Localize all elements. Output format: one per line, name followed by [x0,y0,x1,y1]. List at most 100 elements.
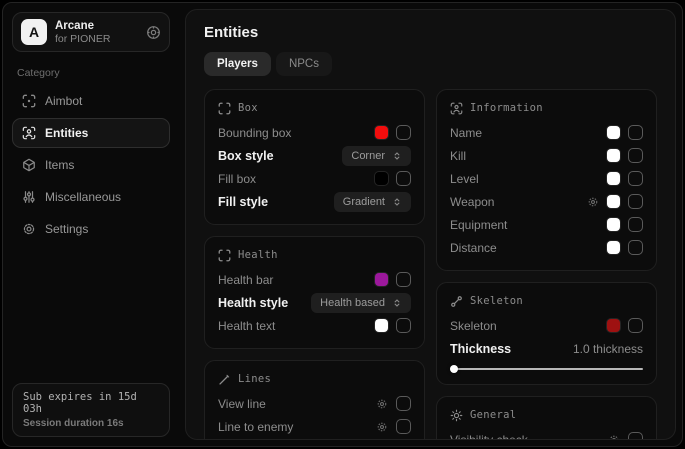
fill-style-dropdown[interactable]: Gradient [334,192,411,212]
line-to-enemy-checkbox[interactable] [396,419,411,434]
health-style-dropdown[interactable]: Health based [311,293,411,313]
setting-label: Fill box [218,172,256,186]
skeleton-color-swatch[interactable] [607,319,620,332]
brand-text: Arcane for PIONER [55,20,110,45]
sidebar-item-entities[interactable]: Entities [12,118,170,148]
distance-color-swatch[interactable] [607,241,620,254]
unfold-icon [392,151,402,161]
skeleton-checkbox[interactable] [628,318,643,333]
level-checkbox[interactable] [628,171,643,186]
setting-row-name: Name [450,122,643,143]
right-column: Information Name Kill [436,89,657,440]
kill-checkbox[interactable] [628,148,643,163]
setting-label: Weapon [450,195,494,209]
panel-title: Box [238,102,258,114]
cube-icon [22,158,36,172]
health-text-color-swatch[interactable] [375,319,388,332]
visibility-check-gear-icon[interactable] [608,434,620,441]
setting-row-distance: Distance [450,237,643,258]
panel-information: Information Name Kill [436,89,657,271]
panel-general: General Visibility check Max distance [436,396,657,440]
category-label: Category [17,67,165,79]
sun-icon [450,409,463,422]
setting-row-thickness: Thickness 1.0 thickness [450,338,643,359]
equipment-checkbox[interactable] [628,217,643,232]
setting-row-level: Level [450,168,643,189]
panel-health: Health Health bar Health style Health ba… [204,236,425,349]
view-line-gear-icon[interactable] [376,398,388,410]
setting-label: Health text [218,319,275,333]
health-bar-color-swatch[interactable] [375,273,388,286]
name-checkbox[interactable] [628,125,643,140]
health-text-checkbox[interactable] [396,318,411,333]
view-line-checkbox[interactable] [396,396,411,411]
sidebar-item-items[interactable]: Items [12,150,170,180]
page-title: Entities [204,24,657,41]
slider-track[interactable] [450,368,643,370]
name-color-swatch[interactable] [607,126,620,139]
entities-scan-icon [22,126,36,140]
sidebar-item-label: Settings [45,222,88,236]
bounding-box-color-swatch[interactable] [375,126,388,139]
panel-title: Information [470,102,543,114]
sidebar-item-label: Miscellaneous [45,190,121,204]
tab-bar: Players NPCs [204,52,657,76]
setting-label: Skeleton [450,319,497,333]
app-name: Arcane [55,20,110,32]
bounding-box-checkbox[interactable] [396,125,411,140]
setting-label: Distance [450,241,497,255]
distance-checkbox[interactable] [628,240,643,255]
sidebar-item-aimbot[interactable]: Aimbot [12,86,170,116]
kill-color-swatch[interactable] [607,149,620,162]
main-content: Entities Players NPCs Box [185,9,676,440]
setting-label: Level [450,172,479,186]
subscription-info-card: Sub expires in 15d 03h Session duration … [12,383,170,437]
settings-gear-icon[interactable] [146,25,161,40]
panel-title: General [470,409,516,421]
session-duration-text: Session duration 16s [23,418,159,429]
app-window: A Arcane for PIONER Category [2,2,683,447]
setting-label: Bounding box [218,126,291,140]
panel-title: Health [238,249,278,261]
brand-card: A Arcane for PIONER [12,12,170,52]
setting-label: View line [218,397,266,411]
tab-npcs[interactable]: NPCs [276,52,332,76]
setting-row-line-to-enemy: Line to enemy [218,416,411,437]
thickness-slider[interactable] [450,362,643,374]
setting-row-skeleton: Skeleton [450,315,643,336]
box-style-dropdown[interactable]: Corner [342,146,411,166]
weapon-color-swatch[interactable] [607,195,620,208]
visibility-check-checkbox[interactable] [628,432,643,440]
gear-icon [22,222,36,236]
setting-label: Thickness [450,342,511,356]
setting-row-visibility-check: Visibility check [450,429,643,440]
slider-thumb[interactable] [450,365,458,373]
setting-row-bounding-box: Bounding box [218,122,411,143]
setting-row-fill-box: Fill box [218,168,411,189]
setting-row-kill: Kill [450,145,643,166]
setting-row-health-style: Health style Health based [218,292,411,313]
bone-icon [450,295,463,308]
setting-label: Health style [218,296,288,310]
setting-row-box-style: Box style Corner [218,145,411,166]
level-color-swatch[interactable] [607,172,620,185]
panel-columns: Box Bounding box Box style Corner [204,89,657,440]
panel-box: Box Bounding box Box style Corner [204,89,425,225]
sidebar-item-miscellaneous[interactable]: Miscellaneous [12,182,170,212]
equipment-color-swatch[interactable] [607,218,620,231]
setting-row-health-bar: Health bar [218,269,411,290]
setting-label: Kill [450,149,466,163]
line-to-enemy-gear-icon[interactable] [376,421,388,433]
panel-lines: Lines View line Line to enemy [204,360,425,440]
weapon-gear-icon[interactable] [587,196,599,208]
health-bar-checkbox[interactable] [396,272,411,287]
setting-row-fill-style: Fill style Gradient [218,191,411,212]
fill-box-checkbox[interactable] [396,171,411,186]
weapon-checkbox[interactable] [628,194,643,209]
setting-row-weapon: Weapon [450,191,643,212]
pencil-line-icon [218,373,231,386]
fill-box-color-swatch[interactable] [375,172,388,185]
unfold-icon [392,298,402,308]
sidebar-item-settings[interactable]: Settings [12,214,170,244]
tab-players[interactable]: Players [204,52,271,76]
